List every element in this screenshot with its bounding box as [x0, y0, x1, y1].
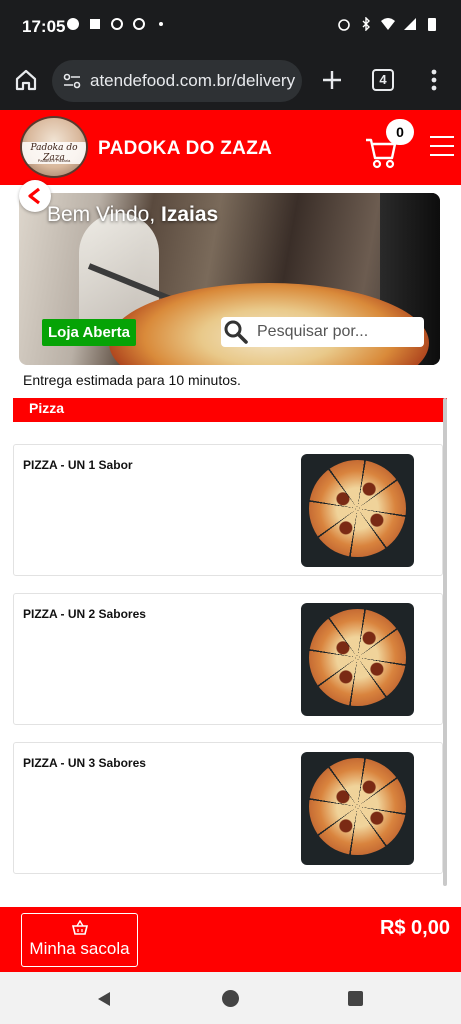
product-card[interactable]: PIZZA - UN 1 Sabor [13, 444, 443, 576]
my-bag-button[interactable]: Minha sacola [21, 913, 138, 967]
user-name: Izaias [161, 203, 219, 226]
product-name: PIZZA - UN 1 Sabor [23, 458, 133, 472]
more-vert-icon[interactable] [426, 66, 442, 94]
url-text: atendefood.com.br/delivery [90, 71, 296, 90]
product-image [301, 603, 414, 716]
bluetooth-icon [362, 17, 370, 31]
circle-icon [133, 18, 145, 30]
nav-recents-icon[interactable] [348, 991, 363, 1006]
cart-count-badge: 0 [386, 119, 414, 145]
product-image [301, 454, 414, 567]
nav-back-icon[interactable] [96, 991, 112, 1007]
store-logo[interactable]: Padoka do Zaza Padaria e Pizzaria [20, 116, 88, 178]
wifi-icon [381, 18, 395, 30]
pizza-image [309, 609, 406, 706]
delivery-estimate: Entrega estimada para 10 minutos. [23, 372, 241, 388]
my-bag-label: Minha sacola [29, 939, 130, 958]
product-name: PIZZA - UN 3 Sabores [23, 756, 146, 770]
product-card[interactable]: PIZZA - UN 2 Sabores [13, 593, 443, 725]
pizza-image [309, 758, 406, 855]
plus-icon[interactable] [318, 66, 346, 94]
browser-toolbar: atendefood.com.br/delivery 4 [0, 52, 461, 110]
basket-icon [71, 920, 88, 935]
product-image [301, 752, 414, 865]
battery-icon [428, 18, 436, 31]
welcome-prefix: Bem Vindo, [47, 203, 162, 226]
tune-icon[interactable] [62, 71, 82, 91]
search-icon[interactable] [223, 319, 249, 345]
app-icon [90, 19, 100, 29]
category-header[interactable]: Pizza [13, 398, 447, 422]
scrollbar[interactable] [443, 398, 447, 886]
category-label: Pizza [29, 400, 65, 416]
logo-subtext: Padaria e Pizzaria [37, 158, 71, 163]
notification-icon [67, 18, 79, 30]
tabs-button[interactable]: 4 [372, 69, 394, 91]
bag-total: R$ 0,00 [379, 917, 450, 939]
bag-bar: Minha sacola R$ 0,00 [0, 907, 461, 972]
search-input[interactable] [257, 323, 417, 341]
signal-icon [404, 18, 416, 30]
home-icon[interactable] [12, 66, 40, 94]
hamburger-icon[interactable] [430, 136, 454, 158]
system-icons [337, 17, 439, 31]
status-bar: 17:05 [0, 0, 461, 52]
pizza-image [309, 460, 406, 557]
system-nav-bar [0, 972, 461, 1024]
product-name: PIZZA - UN 2 Sabores [23, 607, 146, 621]
store-name: PADOKA DO ZAZA [98, 138, 273, 159]
nav-home-icon[interactable] [222, 990, 239, 1007]
alarm-icon [338, 19, 350, 31]
notification-icons [66, 17, 168, 31]
product-card[interactable]: PIZZA - UN 3 Sabores [13, 742, 443, 874]
search-box[interactable] [221, 317, 424, 347]
back-button[interactable] [19, 180, 51, 212]
welcome-text: Bem Vindo, Izaias [47, 203, 218, 227]
dot-icon [159, 22, 163, 26]
address-bar[interactable]: atendefood.com.br/delivery [52, 60, 302, 102]
store-status-badge: Loja Aberta [42, 319, 136, 346]
back-arrow-icon [28, 187, 40, 205]
pinwheel-icon [111, 18, 123, 30]
status-time: 17:05 [22, 17, 66, 36]
